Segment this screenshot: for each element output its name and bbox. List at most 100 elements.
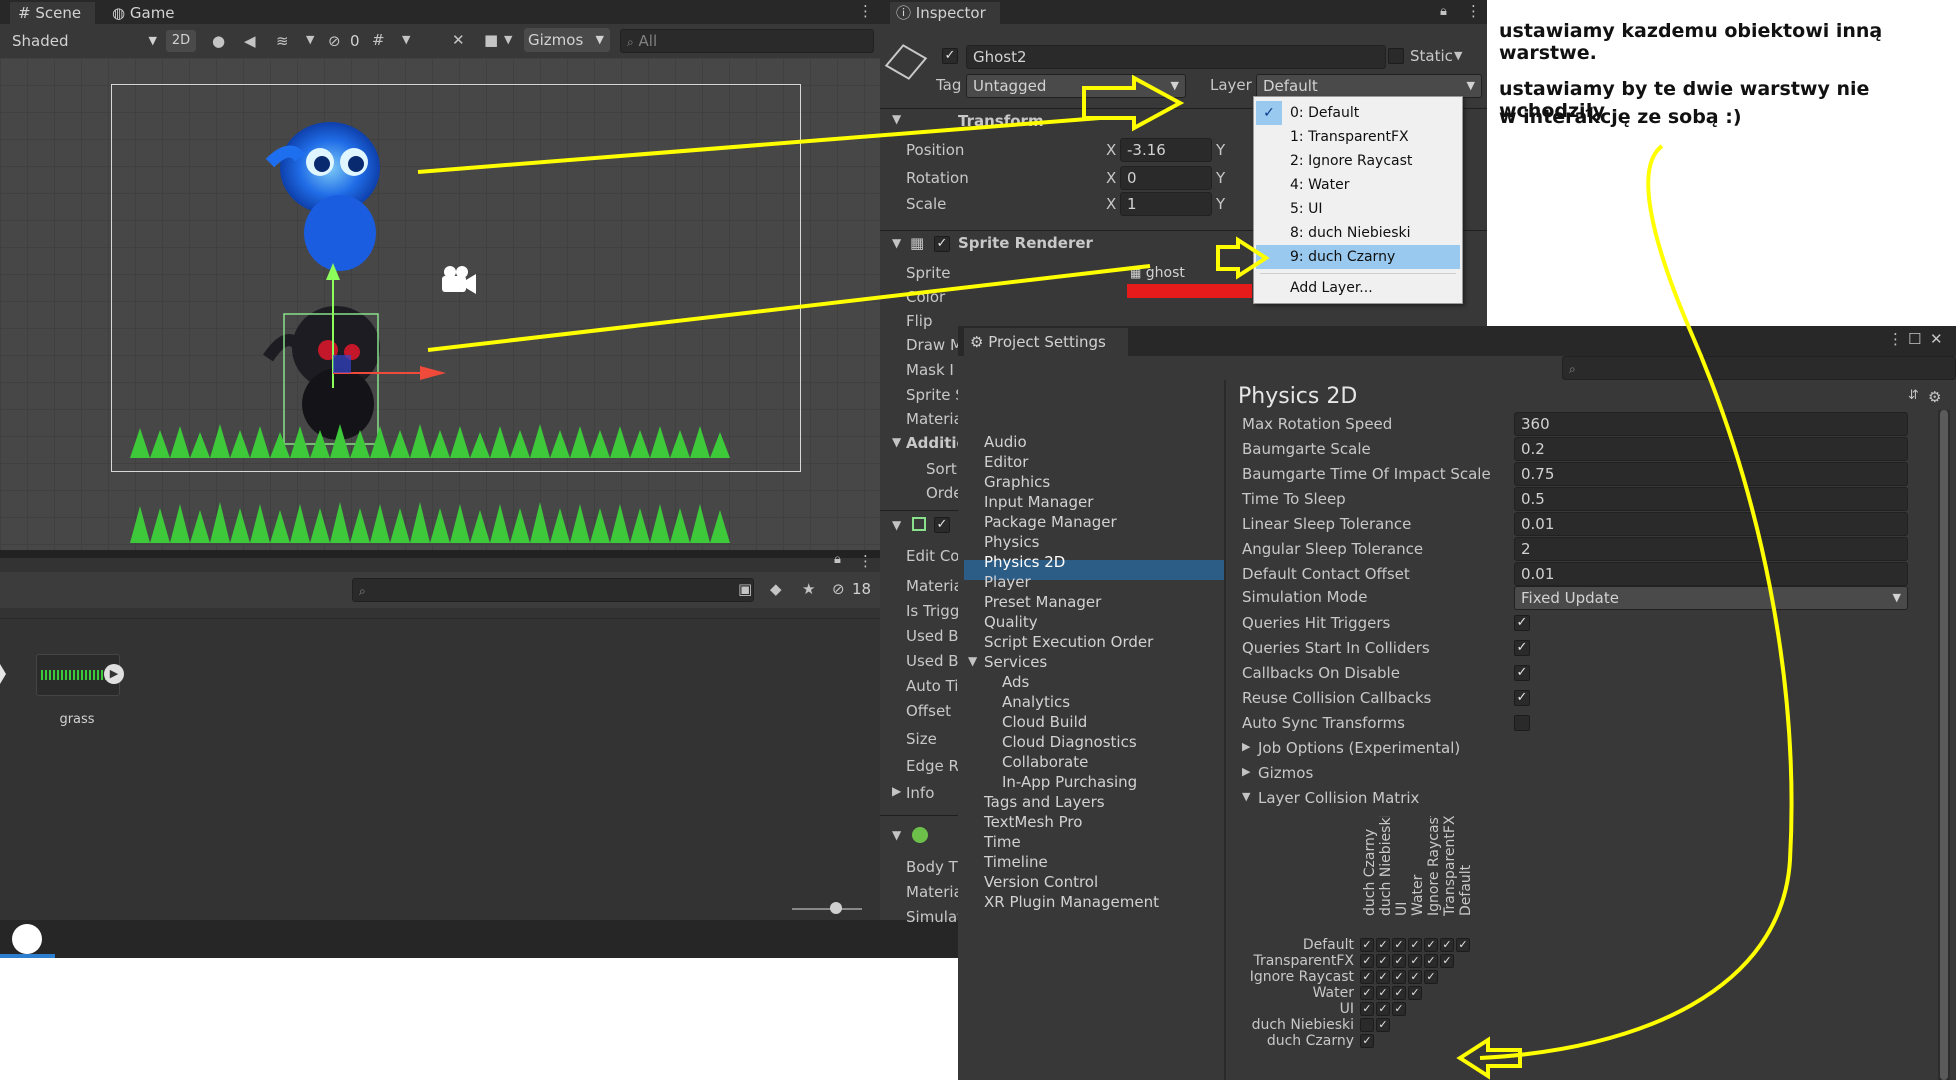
- tab-inspector[interactable]: ⓘ Inspector: [890, 2, 1000, 24]
- sidebar-item-ads[interactable]: Ads: [1002, 672, 1029, 692]
- matrix-checkbox[interactable]: ✓: [1376, 1002, 1390, 1016]
- foldout-layer-collision-matrix[interactable]: Layer Collision Matrix: [1258, 789, 1419, 807]
- matrix-checkbox[interactable]: ✓: [1408, 954, 1422, 968]
- shading-dropdown[interactable]: Shaded ▼: [12, 30, 157, 52]
- grid-dropdown-icon[interactable]: ▼: [402, 33, 410, 46]
- scene-viewport[interactable]: [0, 58, 880, 550]
- matrix-checkbox[interactable]: ✓: [1392, 938, 1406, 952]
- queries-hit-triggers-checkbox[interactable]: ✓: [1514, 615, 1530, 631]
- hidden-objects-icon[interactable]: ⊘: [328, 32, 341, 50]
- layer-option-ui[interactable]: 5: UI: [1254, 197, 1322, 221]
- auto-sync-transforms-checkbox[interactable]: [1514, 715, 1530, 731]
- baumgarte-scale-input[interactable]: 0.2: [1514, 437, 1908, 461]
- foldout-arrow-icon[interactable]: ▼: [892, 518, 901, 532]
- matrix-checkbox[interactable]: ✓: [1424, 954, 1438, 968]
- filter-label-icon[interactable]: ◆: [770, 580, 782, 598]
- foldout-arrow-icon[interactable]: ▼: [968, 654, 977, 668]
- zoom-slider[interactable]: [792, 902, 862, 914]
- matrix-checkbox[interactable]: ✓: [1456, 938, 1470, 952]
- matrix-checkbox[interactable]: ✓: [1392, 954, 1406, 968]
- favorite-star-icon[interactable]: ★: [802, 580, 815, 598]
- foldout-arrow-icon[interactable]: ▼: [892, 435, 901, 449]
- layer-option-duch-niebieski[interactable]: 8: duch Niebieski: [1254, 221, 1411, 245]
- layer-dropdown[interactable]: Default ▼: [1256, 74, 1482, 98]
- close-icon[interactable]: ✕: [1930, 330, 1943, 348]
- simulation-mode-dropdown[interactable]: Fixed Update ▼: [1514, 586, 1908, 610]
- effects-dropdown-icon[interactable]: ▼: [306, 33, 314, 46]
- time-to-sleep-input[interactable]: 0.5: [1514, 487, 1908, 511]
- matrix-checkbox[interactable]: ✓: [1408, 938, 1422, 952]
- kebab-menu-icon[interactable]: ⋮: [1888, 330, 1903, 348]
- filter-type-icon[interactable]: ▣: [738, 580, 752, 598]
- static-dropdown-icon[interactable]: ▼: [1454, 49, 1462, 62]
- scene-camera-icon[interactable]: [442, 266, 476, 294]
- layer-option-default[interactable]: 0: Default: [1254, 101, 1359, 125]
- foldout-gizmos[interactable]: Gizmos: [1258, 764, 1313, 782]
- hidden-packages-icon[interactable]: ⊘: [832, 580, 845, 598]
- sidebar-item-services[interactable]: Services: [984, 652, 1047, 672]
- maximize-icon[interactable]: ☐: [1908, 330, 1921, 348]
- zoom-slider-handle[interactable]: [830, 902, 842, 914]
- asset-tile-grass[interactable]: ▶ grass: [32, 654, 124, 734]
- sidebar-item-xr-plugin-management[interactable]: XR Plugin Management: [984, 892, 1159, 912]
- matrix-checkbox[interactable]: ✓: [1360, 986, 1374, 1000]
- lock-icon[interactable]: 🔒︎: [1440, 4, 1447, 19]
- max-rotation-speed-input[interactable]: 360: [1514, 412, 1908, 436]
- sidebar-item-editor[interactable]: Editor: [984, 452, 1028, 472]
- matrix-checkbox[interactable]: ✓: [1392, 970, 1406, 984]
- sidebar-item-cloud-build[interactable]: Cloud Build: [1002, 712, 1087, 732]
- position-x-input[interactable]: -3.16: [1120, 138, 1212, 162]
- camera-icon[interactable]: ■: [484, 31, 498, 49]
- sidebar-item-audio[interactable]: Audio: [984, 432, 1027, 452]
- foldout-job-options[interactable]: Job Options (Experimental): [1258, 739, 1460, 757]
- matrix-checkbox[interactable]: ✓: [1360, 1002, 1374, 1016]
- camera-dropdown-icon[interactable]: ▼: [504, 33, 512, 46]
- sidebar-item-input-manager[interactable]: Input Manager: [984, 492, 1093, 512]
- settings-search-input[interactable]: ⌕: [1562, 356, 1956, 380]
- callbacks-on-disable-checkbox[interactable]: ✓: [1514, 665, 1530, 681]
- matrix-checkbox[interactable]: ✓: [1376, 1018, 1390, 1032]
- project-search-input[interactable]: ⌕: [352, 578, 754, 602]
- matrix-checkbox[interactable]: ✓: [1376, 970, 1390, 984]
- matrix-checkbox[interactable]: ✓: [1440, 954, 1454, 968]
- sidebar-item-timeline[interactable]: Timeline: [984, 852, 1048, 872]
- foldout-arrow-icon[interactable]: ▶: [1242, 740, 1250, 753]
- add-layer-menu-item[interactable]: Add Layer...: [1254, 276, 1373, 300]
- tag-dropdown[interactable]: Untagged ▼: [966, 74, 1186, 98]
- linear-sleep-tolerance-input[interactable]: 0.01: [1514, 512, 1908, 536]
- scale-x-input[interactable]: 1: [1120, 192, 1212, 216]
- matrix-checkbox[interactable]: ✓: [1392, 986, 1406, 1000]
- color-swatch[interactable]: [1127, 284, 1252, 298]
- queries-start-in-colliders-checkbox[interactable]: ✓: [1514, 640, 1530, 656]
- layer-option-transparentfx[interactable]: 1: TransparentFX: [1254, 125, 1409, 149]
- reuse-collision-callbacks-checkbox[interactable]: ✓: [1514, 690, 1530, 706]
- preset-icon[interactable]: ⇵: [1908, 388, 1919, 403]
- static-checkbox[interactable]: [1388, 48, 1404, 64]
- settings-gear-icon[interactable]: ⚙: [1928, 388, 1941, 406]
- matrix-checkbox[interactable]: ✓: [1408, 970, 1422, 984]
- matrix-checkbox[interactable]: ✓: [1440, 938, 1454, 952]
- matrix-checkbox[interactable]: ✓: [1376, 986, 1390, 1000]
- sidebar-item-tags-and-layers[interactable]: Tags and Layers: [984, 792, 1105, 812]
- layer-option-duch-czarny[interactable]: 9: duch Czarny: [1254, 245, 1395, 269]
- gizmos-dropdown[interactable]: Gizmos ▼: [524, 28, 610, 52]
- audio-icon[interactable]: ◀: [244, 32, 256, 50]
- matrix-checkbox[interactable]: ✓: [1424, 938, 1438, 952]
- gameobject-active-checkbox[interactable]: ✓: [942, 48, 958, 64]
- effects-icon[interactable]: ≋: [276, 32, 289, 50]
- matrix-checkbox[interactable]: ✓: [1360, 1034, 1374, 1048]
- sidebar-item-script-execution-order[interactable]: Script Execution Order: [984, 632, 1153, 652]
- sidebar-item-in-app-purchasing[interactable]: In-App Purchasing: [1002, 772, 1137, 792]
- baumgarte-toi-scale-input[interactable]: 0.75: [1514, 462, 1908, 486]
- matrix-checkbox[interactable]: ✓: [1360, 970, 1374, 984]
- foldout-arrow-icon[interactable]: ▶: [892, 784, 901, 798]
- sidebar-item-quality[interactable]: Quality: [984, 612, 1038, 632]
- sprite-renderer-enabled-checkbox[interactable]: ✓: [934, 236, 950, 252]
- sidebar-item-graphics[interactable]: Graphics: [984, 472, 1050, 492]
- lighting-icon[interactable]: ●: [212, 32, 225, 50]
- matrix-checkbox[interactable]: ✓: [1408, 986, 1422, 1000]
- sidebar-item-time[interactable]: Time: [984, 832, 1021, 852]
- mode-2d-button[interactable]: 2D: [166, 30, 196, 52]
- scene-search-input[interactable]: ⌕ All: [620, 29, 874, 53]
- foldout-arrow-icon[interactable]: ▶: [1242, 765, 1250, 778]
